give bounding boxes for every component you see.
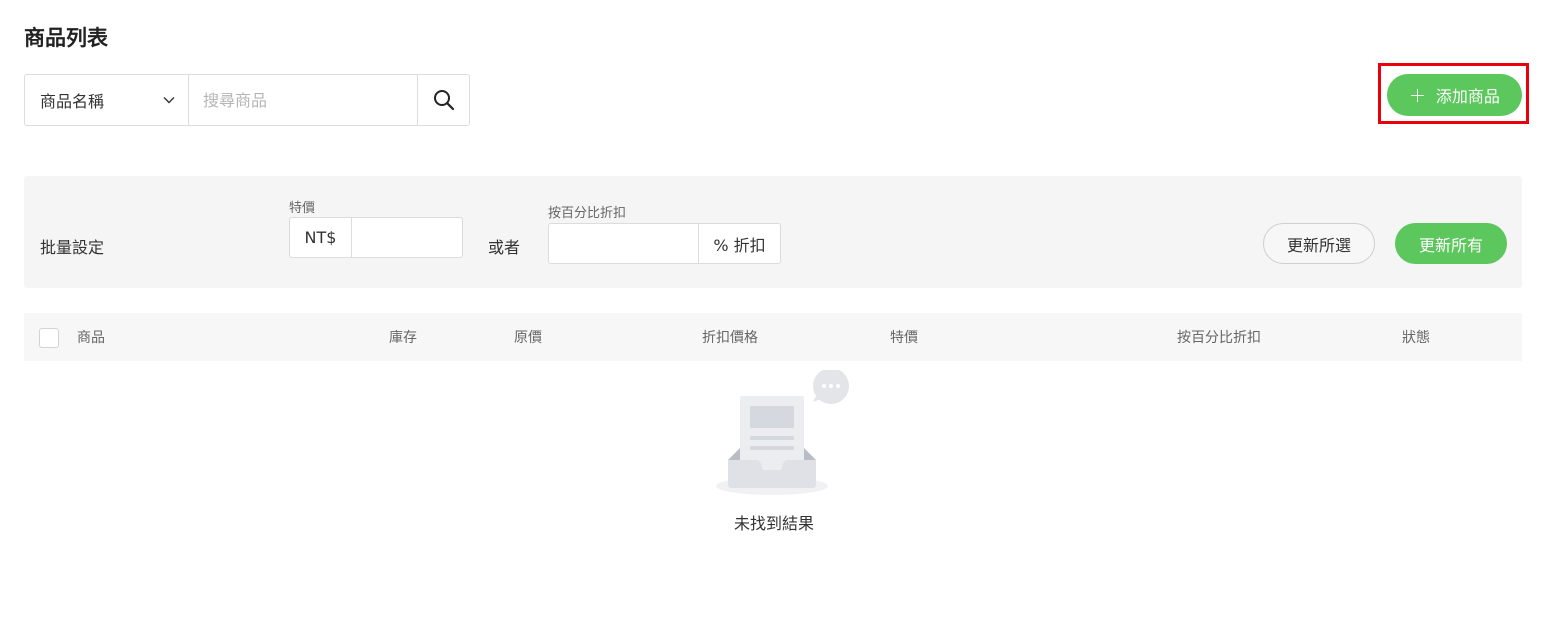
percent-discount-group: % 折扣: [548, 223, 781, 264]
search-bar: 商品名稱: [24, 74, 470, 126]
special-price-group: NT$: [289, 217, 463, 258]
empty-inbox-icon: [716, 370, 849, 495]
currency-prefix: NT$: [289, 217, 351, 258]
search-icon: [433, 90, 454, 111]
chevron-down-icon: [163, 97, 175, 104]
update-all-button[interactable]: 更新所有: [1395, 223, 1507, 264]
special-price-label: 特價: [289, 201, 316, 216]
page-title: 商品列表: [24, 26, 108, 50]
special-price-input[interactable]: [351, 217, 463, 258]
select-all-checkbox[interactable]: [39, 328, 59, 348]
update-selected-button[interactable]: 更新所選: [1263, 223, 1375, 264]
column-header-special-price: 特價: [890, 330, 918, 346]
column-header-product: 商品: [77, 330, 105, 346]
table-header: 商品 庫存 原價 折扣價格 特價 按百分比折扣 狀態: [24, 313, 1522, 361]
percent-discount-input[interactable]: [548, 223, 698, 264]
search-field-select[interactable]: 商品名稱: [25, 75, 189, 125]
bulk-settings-panel: 批量設定 特價 NT$ 或者 按百分比折扣 % 折扣 更新所選 更新所有: [24, 176, 1522, 288]
column-header-stock: 庫存: [389, 330, 417, 346]
search-input[interactable]: [189, 75, 417, 125]
column-header-original-price: 原價: [514, 330, 542, 346]
or-label: 或者: [488, 238, 521, 257]
column-header-discount-price: 折扣價格: [702, 330, 758, 346]
percent-suffix: % 折扣: [698, 223, 781, 264]
percent-discount-label: 按百分比折扣: [548, 206, 627, 221]
empty-state-message: 未找到結果: [733, 514, 814, 533]
search-field-label: 商品名稱: [40, 92, 105, 111]
add-product-button[interactable]: + 添加商品: [1387, 74, 1522, 116]
bulk-settings-title: 批量設定: [40, 238, 105, 257]
add-product-label: 添加商品: [1435, 87, 1500, 106]
search-button[interactable]: [417, 75, 469, 125]
plus-icon: +: [1409, 83, 1426, 107]
column-header-percent-discount: 按百分比折扣: [1177, 330, 1261, 346]
column-header-status: 狀態: [1402, 330, 1430, 346]
